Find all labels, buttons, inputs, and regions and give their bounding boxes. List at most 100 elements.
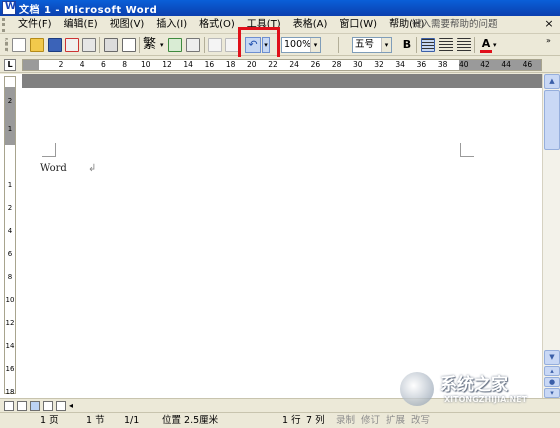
margin-corner-top-right (460, 143, 474, 157)
watermark-logo-icon (400, 372, 434, 406)
menu-format[interactable]: 格式(O) (193, 17, 241, 33)
status-overtype[interactable]: 改写 (411, 413, 430, 428)
vertical-ruler-tick-label: 16 (5, 365, 15, 373)
horizontal-ruler[interactable]: 2 4 6 8 10 12 14 16 18 20 22 24 26 28 30 32 34 36 38 40 42 44… (22, 59, 542, 71)
toolbar-separator (338, 37, 339, 53)
vertical-ruler-tick-label: 8 (7, 273, 13, 281)
vertical-ruler-tick-label: 2 (7, 97, 13, 105)
ruler-tick-label: 24 (289, 60, 299, 69)
watermark-brand: 系统之家 (440, 375, 508, 395)
window-title: 文档 1 - Microsoft Word (19, 4, 158, 16)
vertical-ruler[interactable]: 2 1 1 2 4 6 8 10 12 14 16 18 (4, 76, 16, 396)
ruler-tick-label: 10 (141, 60, 151, 69)
chevron-down-icon[interactable]: ▾ (493, 37, 500, 53)
zoom-value: 100% (284, 39, 312, 50)
permission-icon[interactable] (65, 38, 79, 52)
font-size-value: 五号 (355, 39, 375, 50)
vertical-ruler-tick-label: 1 (7, 125, 13, 133)
align-right-icon[interactable] (457, 38, 471, 52)
web-layout-view-button[interactable] (17, 401, 27, 411)
scroll-down-button[interactable]: ▼ (544, 350, 560, 365)
menu-insert[interactable]: 插入(I) (150, 17, 193, 33)
ruler-tick-label: 28 (331, 60, 342, 69)
align-center-icon[interactable] (439, 38, 453, 52)
scroll-up-button[interactable]: ▲ (544, 74, 560, 89)
vertical-ruler-tick-label: 12 (5, 319, 15, 327)
document-page[interactable]: Word ↲ (22, 88, 542, 398)
ruler-left-margin (23, 60, 39, 70)
status-column: 7 列 (306, 415, 325, 426)
bold-button[interactable]: B (400, 37, 414, 53)
outline-view-button[interactable] (43, 401, 53, 411)
status-track-changes[interactable]: 修订 (361, 413, 380, 428)
toolbar-grip-handle[interactable] (5, 38, 8, 52)
toolbar-separator (139, 37, 140, 53)
vertical-ruler-tick-label: 4 (7, 227, 13, 235)
open-folder-icon[interactable] (30, 38, 44, 52)
traditional-chinese-button[interactable]: 繁 (143, 37, 161, 53)
email-icon[interactable] (82, 38, 96, 52)
toolbar-separator (474, 37, 475, 53)
scroll-left-button[interactable]: ◂ (69, 401, 79, 411)
status-page-of: 1/1 (124, 415, 140, 426)
reading-layout-view-button[interactable] (56, 401, 66, 411)
ruler-tick-label: 26 (310, 60, 321, 69)
ruler-tick-label: 46 (522, 60, 533, 69)
print-preview-icon[interactable] (122, 38, 136, 52)
status-page: 1 页 (40, 415, 59, 426)
menu-table[interactable]: 表格(A) (287, 17, 334, 33)
site-watermark: 系统之家 XITONGZHIJIA.NET (400, 368, 558, 412)
zoom-combo[interactable]: 100% ▾ (281, 37, 321, 53)
cut-icon (208, 38, 222, 52)
vertical-scrollbar[interactable]: ▲ ▼ ▴ ● ▾ (542, 74, 560, 398)
menu-grip-handle[interactable] (2, 17, 12, 32)
status-extend-selection[interactable]: 扩展 (386, 413, 405, 428)
new-document-icon[interactable] (12, 38, 26, 52)
ruler-tick-label: 36 (416, 60, 427, 69)
vertical-ruler-top-margin (5, 87, 15, 145)
ruler-tick-label: 30 (353, 60, 363, 69)
ruler-tick-label: 14 (183, 60, 193, 69)
ruler-tick-label: 40 (459, 60, 469, 69)
watermark-url: XITONGZHIJIA.NET (444, 395, 528, 404)
document-text[interactable]: Word (40, 163, 67, 174)
menu-view[interactable]: 视图(V) (104, 17, 151, 33)
ruler-tick-label: 34 (395, 60, 405, 69)
toolbar-separator (416, 37, 417, 53)
ruler-tick-label: 4 (79, 60, 85, 69)
font-color-button[interactable]: A (480, 37, 492, 53)
status-section: 1 节 (86, 415, 105, 426)
print-icon[interactable] (104, 38, 118, 52)
tab-stop-selector[interactable]: L (4, 59, 16, 71)
page-gap-band (22, 74, 542, 88)
toolbar: 繁 ▾ ↶ ▾ 100% ▾ 五号 ▾ B A ▾ » (0, 34, 560, 56)
scroll-thumb[interactable] (544, 90, 560, 150)
spelling-check-icon[interactable] (168, 38, 182, 52)
chevron-down-icon[interactable]: ▾ (381, 38, 391, 52)
document-close-button[interactable]: × (542, 17, 556, 31)
normal-view-button[interactable] (4, 401, 14, 411)
help-question-input[interactable]: 键入需要帮助的问题 (412, 18, 516, 32)
chevron-down-icon[interactable]: ▾ (160, 37, 166, 53)
toolbar-options-icon[interactable]: » (546, 37, 554, 53)
menu-file[interactable]: 文件(F) (12, 17, 58, 33)
menu-edit[interactable]: 编辑(E) (58, 17, 104, 33)
ruler-tick-label: 2 (58, 60, 64, 69)
toolbar-separator (204, 37, 205, 53)
menu-bar: 文件(F) 编辑(E) 视图(V) 插入(I) 格式(O) 工具(T) 表格(A… (0, 16, 560, 34)
vertical-ruler-tick-label: 6 (7, 250, 13, 258)
vertical-ruler-tick-label: 14 (5, 342, 15, 350)
print-layout-view-button[interactable] (30, 401, 40, 411)
toolbar-separator (99, 37, 100, 53)
align-justify-icon[interactable] (421, 38, 435, 52)
vertical-ruler-tick-label: 18 (5, 388, 15, 396)
menu-window[interactable]: 窗口(W) (333, 17, 383, 33)
research-icon[interactable] (186, 38, 200, 52)
font-size-combo[interactable]: 五号 ▾ (352, 37, 392, 53)
copy-icon (225, 38, 239, 52)
word-app-icon[interactable] (2, 1, 16, 15)
status-record-macro[interactable]: 录制 (336, 413, 355, 428)
ruler-tick-label: 22 (268, 60, 278, 69)
chevron-down-icon[interactable]: ▾ (310, 38, 320, 52)
save-icon[interactable] (48, 38, 62, 52)
